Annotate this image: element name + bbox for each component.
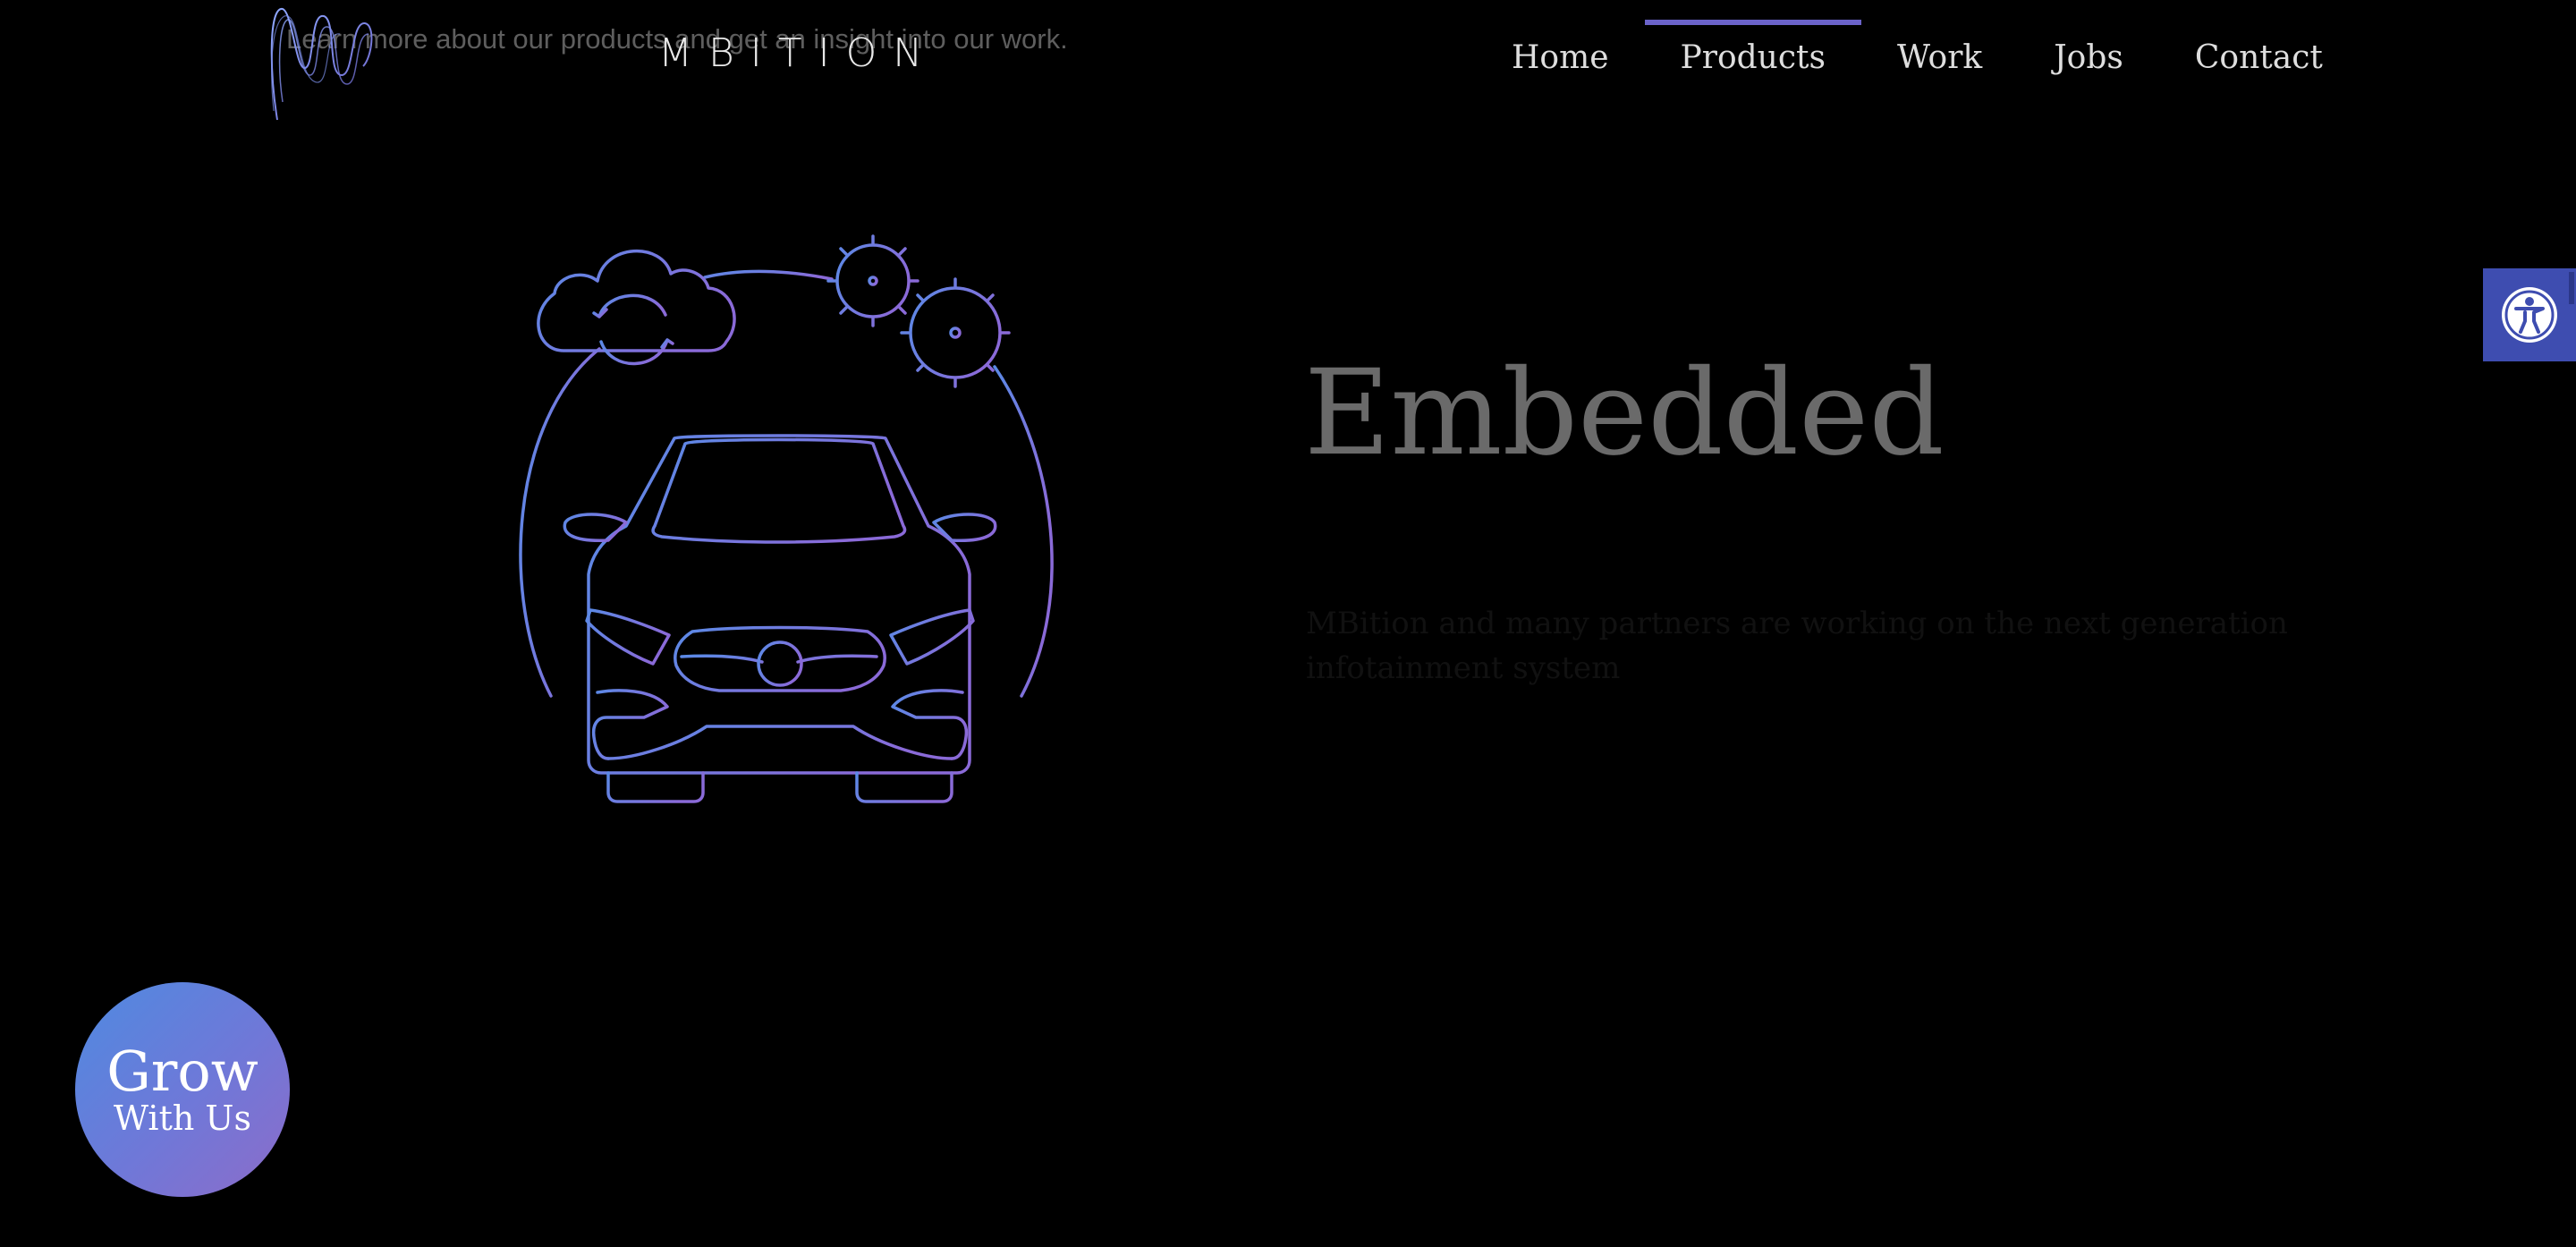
hero-description: MBition and many partners are working on… [1306, 606, 2288, 686]
accessibility-button[interactable] [2483, 268, 2576, 361]
grow-badge-line1: Grow [106, 1039, 258, 1104]
logo-waves-icon [270, 8, 373, 121]
nav-item-home[interactable]: Home [1476, 20, 1645, 82]
main-nav: Home Products Work Jobs Contact [1476, 20, 2359, 82]
nav-item-jobs[interactable]: Jobs [2018, 20, 2159, 82]
hero-title: Embedded [1304, 344, 1945, 482]
accessibility-button-edge [2569, 272, 2574, 304]
grow-with-us-button[interactable]: Grow With Us [75, 982, 290, 1197]
logo-wordmark: MBITION [658, 30, 939, 76]
car-with-cloud-and-gears-icon [501, 224, 1073, 814]
nav-item-work[interactable]: Work [1861, 20, 2018, 82]
nav-item-products[interactable]: Products [1644, 20, 1862, 82]
grow-badge-line2: With Us [114, 1099, 251, 1138]
accessibility-icon [2502, 287, 2557, 343]
nav-item-contact[interactable]: Contact [2159, 20, 2359, 82]
logo[interactable]: MBITION [265, 4, 922, 123]
